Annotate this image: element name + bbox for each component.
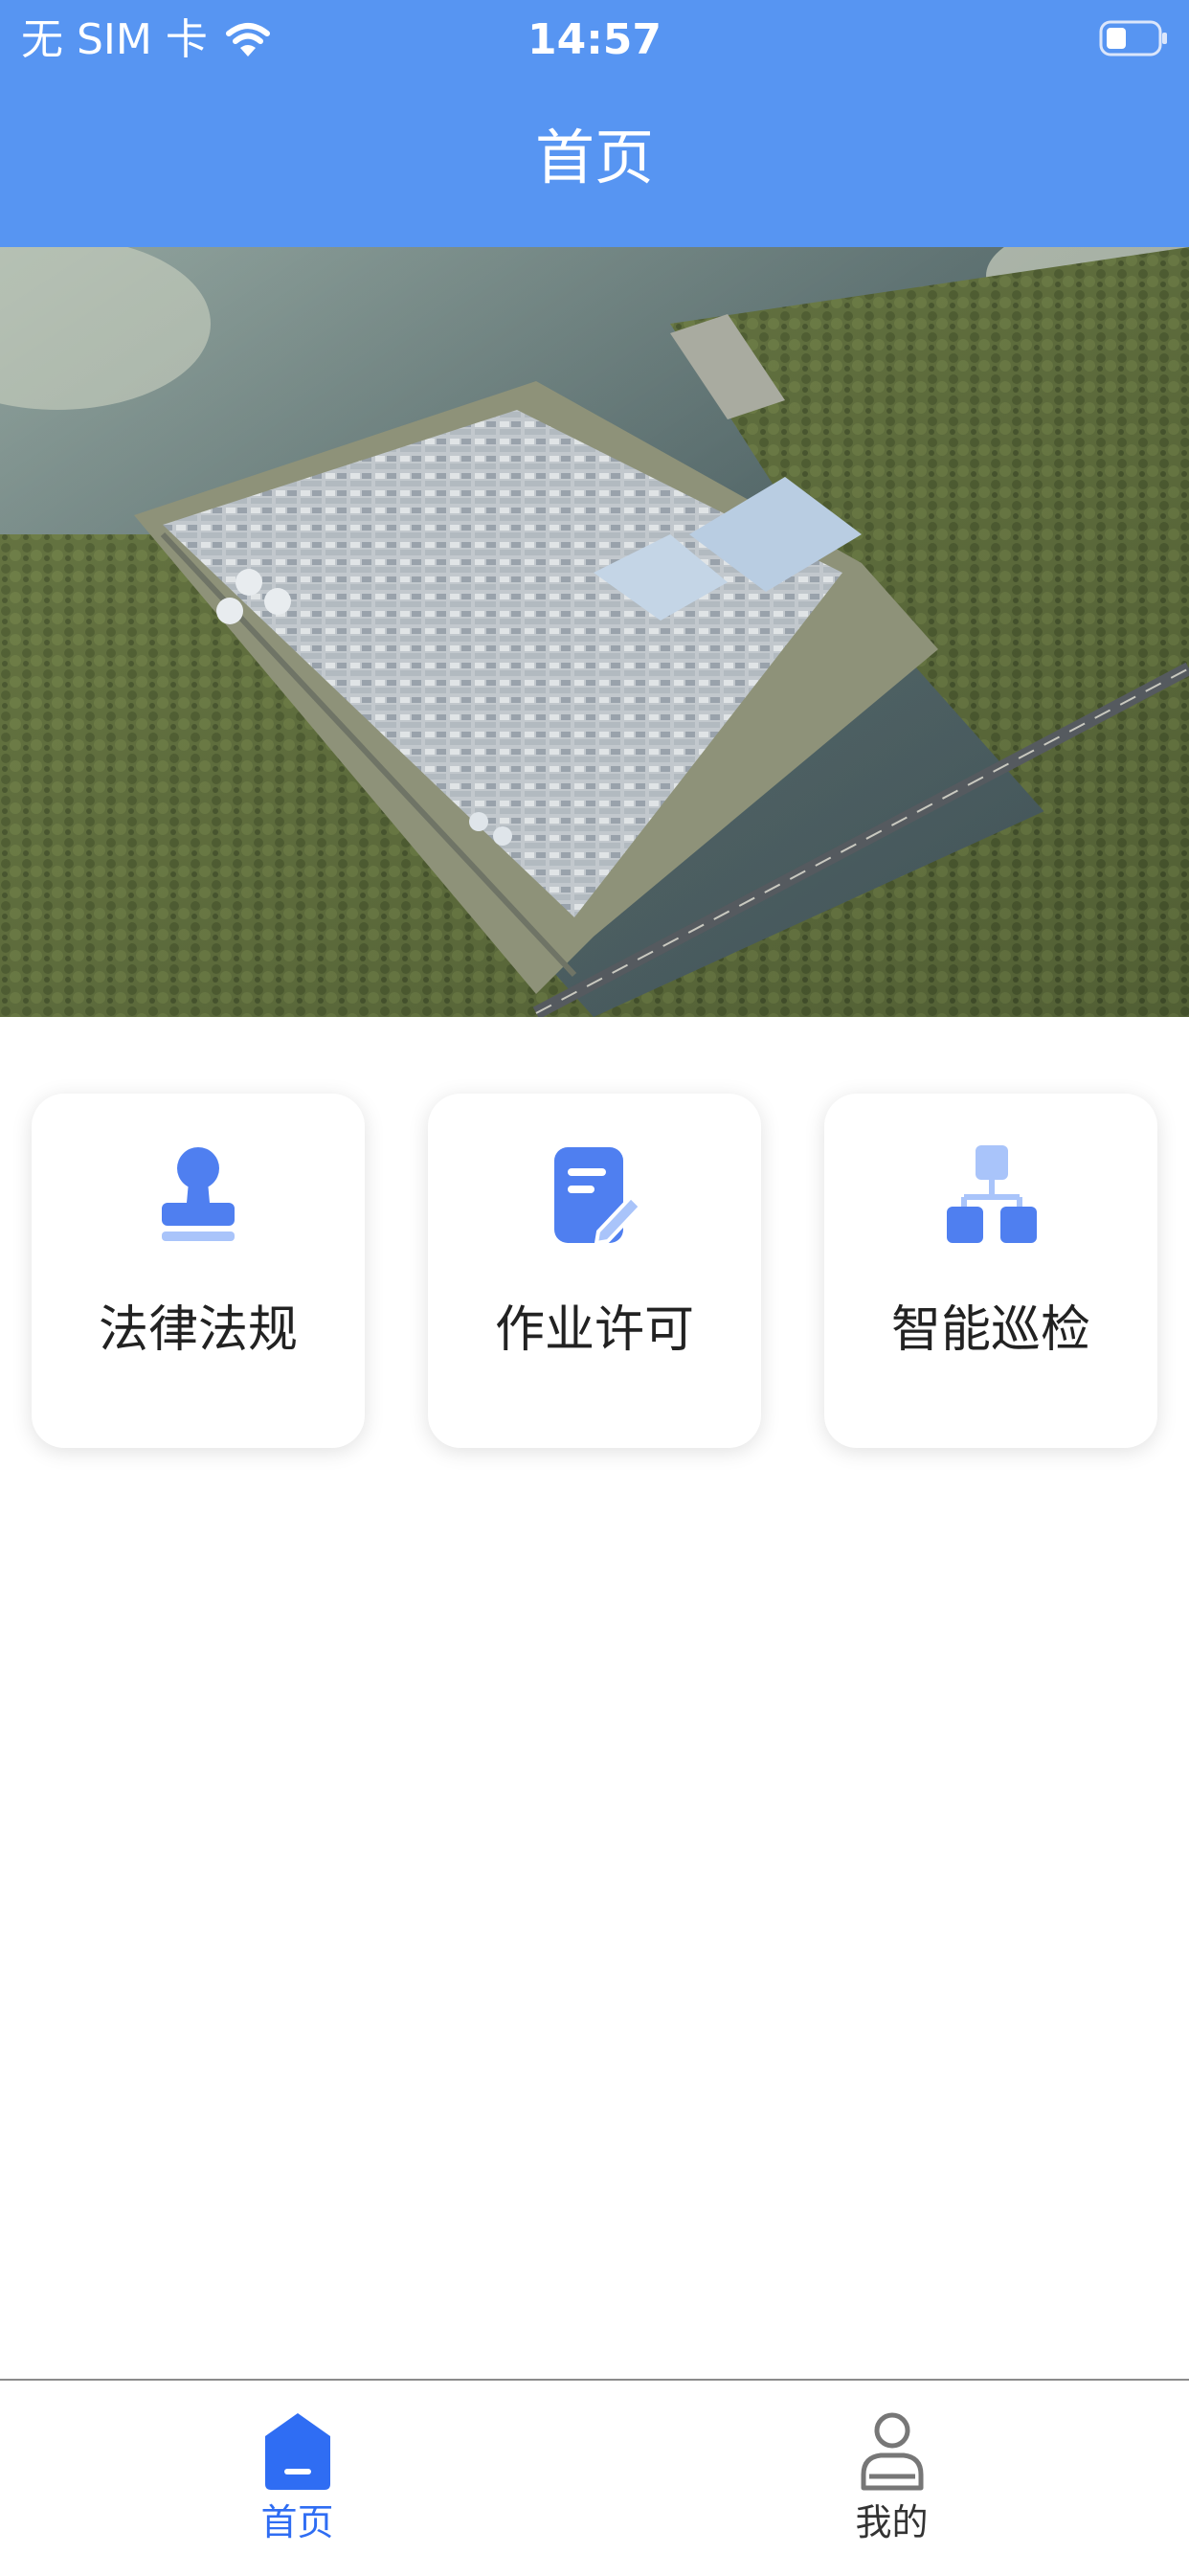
status-time: 14:57 — [527, 15, 662, 64]
profile-icon — [861, 2412, 924, 2491]
document-edit-icon — [554, 1147, 642, 1246]
feature-inspection-label: 智能巡检 — [890, 1301, 1090, 1359]
tab-mine[interactable]: 我的 — [594, 2381, 1189, 2576]
feature-laws-label: 法律法规 — [98, 1301, 298, 1359]
feature-permit-label: 作业许可 — [494, 1301, 694, 1359]
feature-laws-card[interactable]: 法律法规 — [32, 1094, 365, 1448]
page-title: 首页 — [534, 123, 654, 192]
hierarchy-icon — [947, 1145, 1037, 1243]
tab-home-label: 首页 — [260, 2501, 334, 2543]
feature-inspection-card[interactable]: 智能巡检 — [824, 1094, 1157, 1448]
banner-image — [0, 247, 1189, 1017]
tab-home[interactable]: 首页 — [0, 2381, 594, 2576]
tab-mine-label: 我的 — [855, 2501, 929, 2543]
feature-permit-card[interactable]: 作业许可 — [428, 1094, 761, 1448]
battery-icon — [1099, 20, 1167, 56]
status-bar: 无 SIM 卡 14:57 — [0, 0, 1189, 79]
tab-bar: 首页 我的 — [0, 2379, 1189, 2576]
home-icon — [265, 2413, 330, 2490]
feature-grid: 法律法规 作业许可 智能巡检 — [0, 1094, 1189, 1450]
nav-header: 首页 — [0, 79, 1189, 247]
stamp-icon — [162, 1147, 235, 1241]
